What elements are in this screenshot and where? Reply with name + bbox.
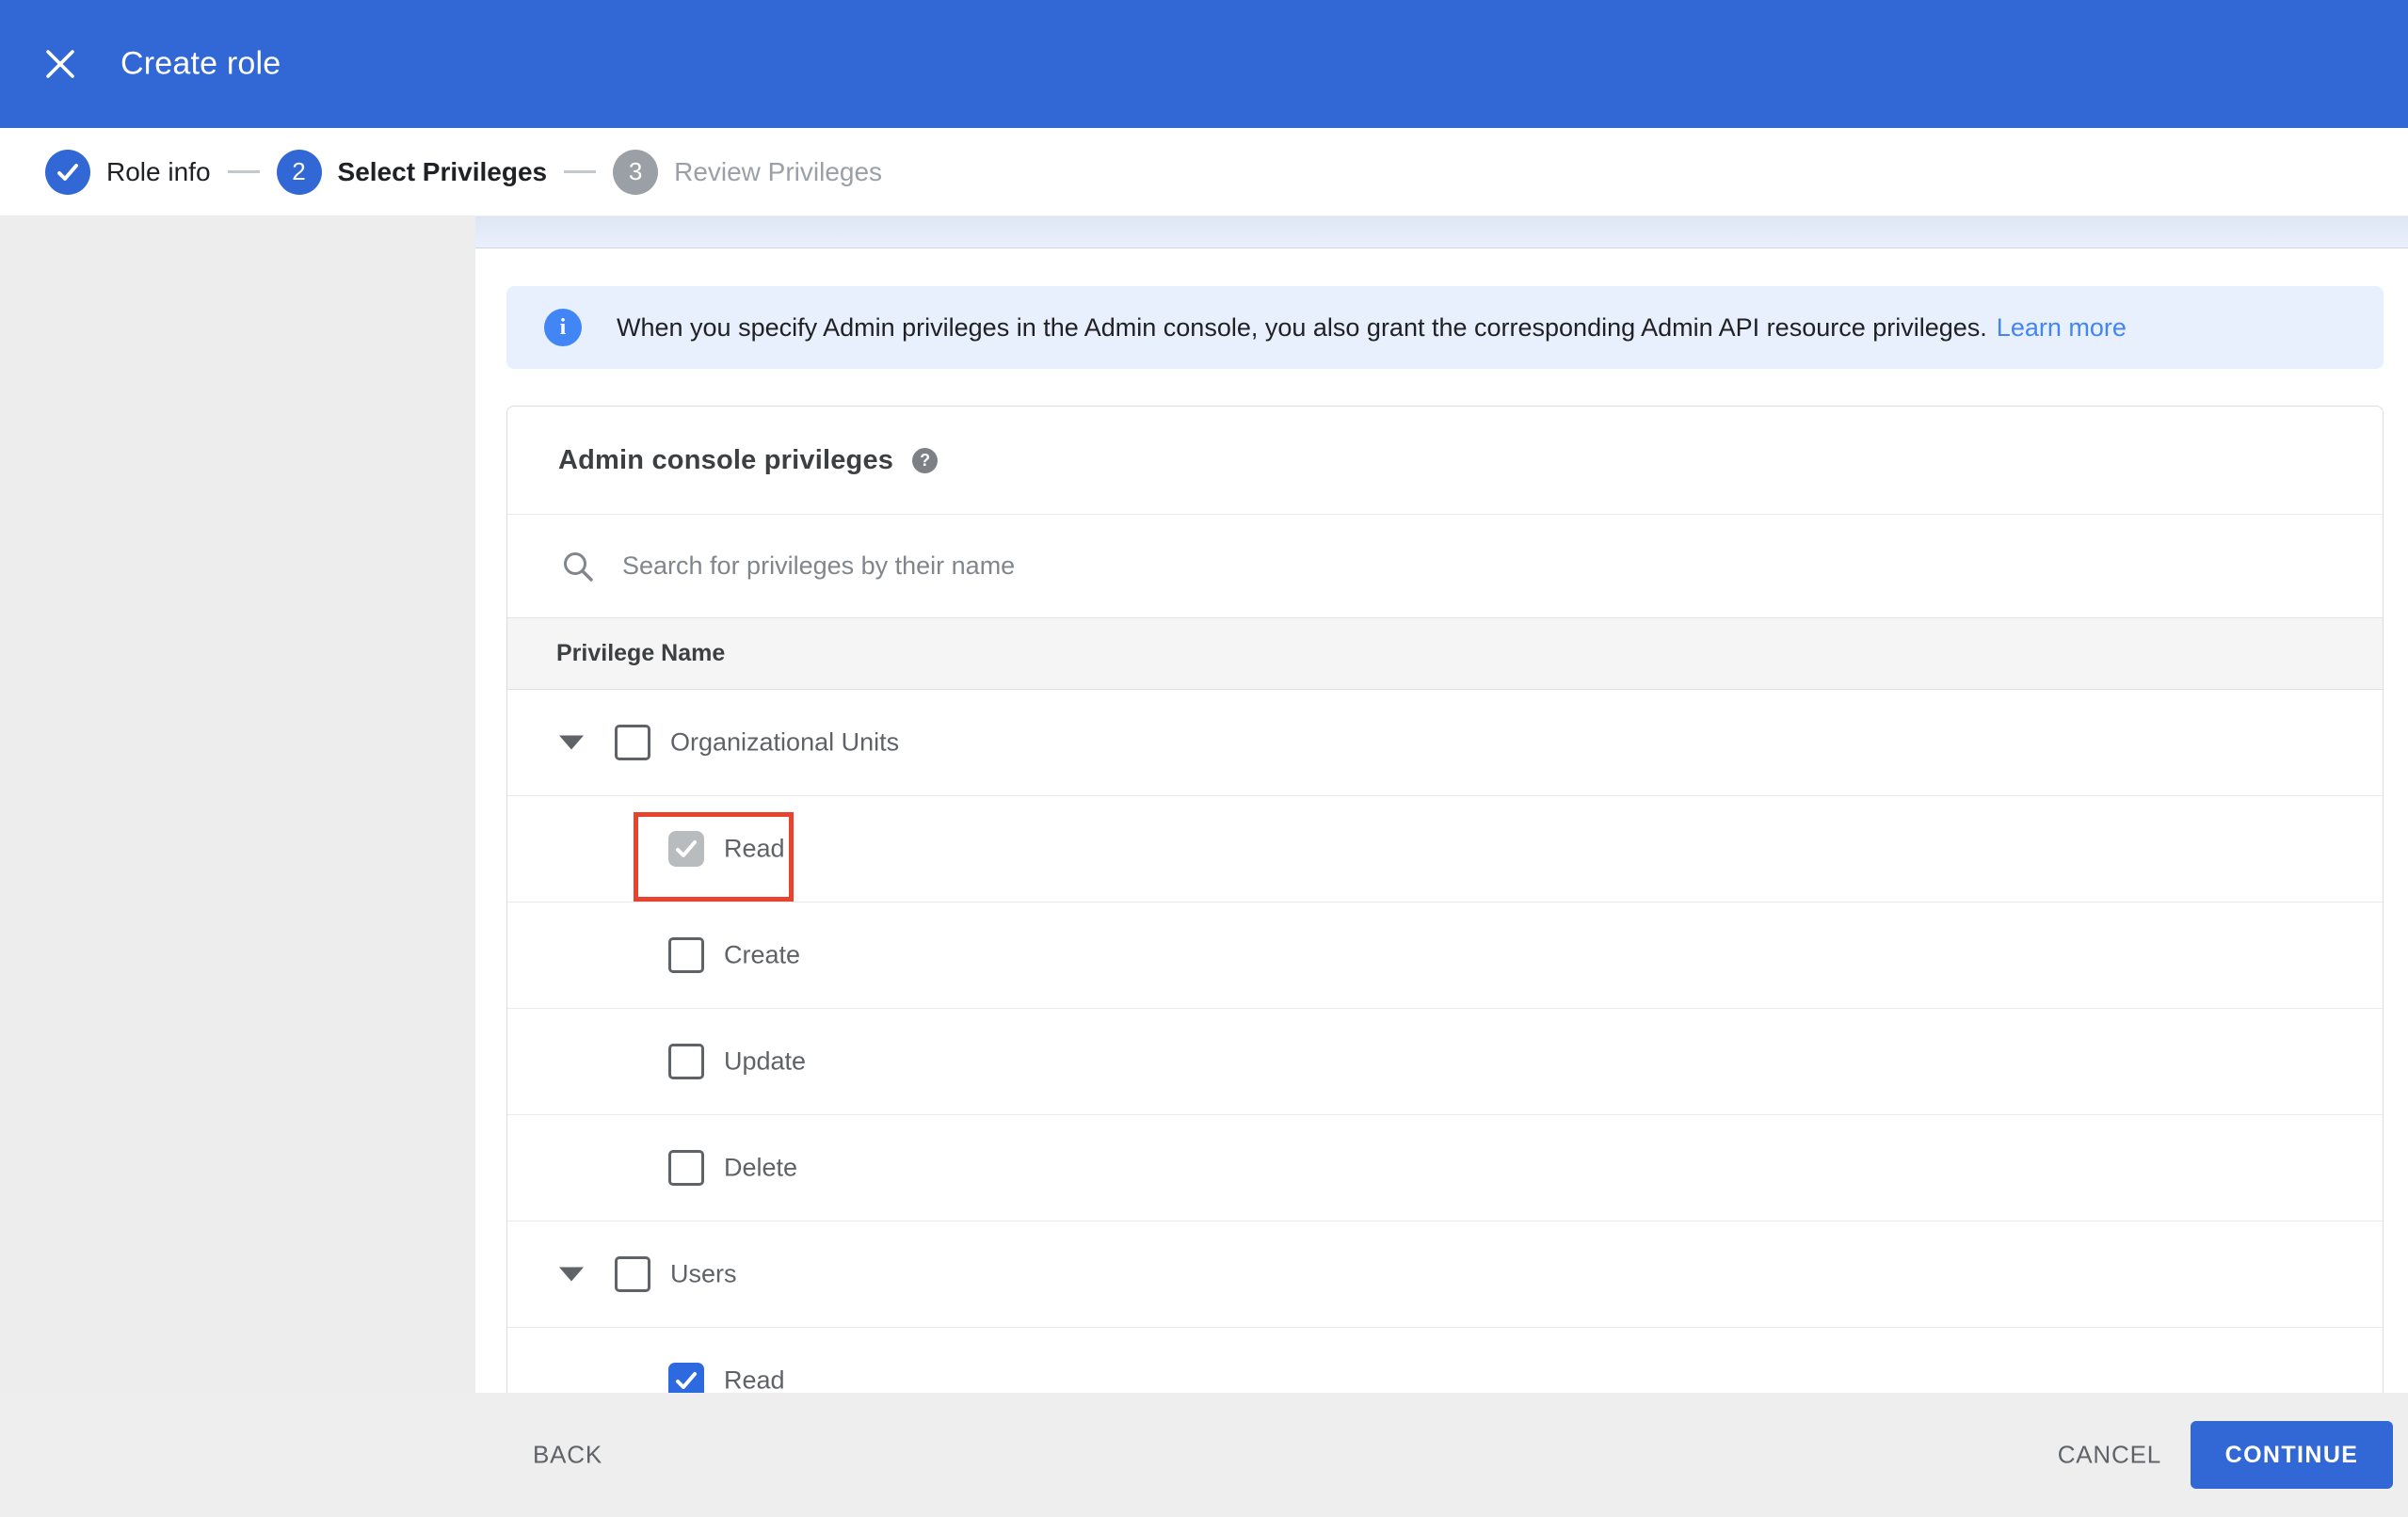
step-complete-circle [45, 149, 90, 195]
info-icon: i [544, 309, 582, 346]
step-number-circle: 3 [613, 149, 659, 195]
content-area: i When you specify Admin privileges in t… [475, 216, 2408, 1393]
create-role-dialog: Create role Role info 2 Select Privilege… [0, 0, 2408, 1517]
help-icon[interactable]: ? [912, 447, 939, 473]
privilege-label: Read [724, 834, 785, 863]
collapse-caret-icon[interactable] [559, 735, 584, 750]
learn-more-link[interactable]: Learn more [1997, 313, 2127, 343]
privilege-row-users-read: Read [507, 1328, 2383, 1393]
privilege-row-read: Read [507, 796, 2383, 902]
check-icon [57, 163, 78, 181]
privilege-label: Read [724, 1365, 785, 1394]
card-title-row: Admin console privileges ? [507, 407, 2383, 514]
close-button[interactable] [40, 43, 81, 85]
step-separator [564, 170, 597, 173]
privilege-search-row [507, 514, 2383, 617]
step-label: Review Privileges [674, 156, 883, 186]
step-label: Select Privileges [337, 156, 548, 186]
read-checkbox[interactable] [668, 831, 704, 867]
stepper: Role info 2 Select Privileges 3 Review P… [0, 128, 2408, 216]
back-button[interactable]: BACK [533, 1441, 602, 1470]
privilege-table-header: Privilege Name [507, 617, 2383, 690]
step-role-info[interactable]: Role info [45, 149, 211, 195]
footer-bar: BACK CANCEL CONTINUE [0, 1393, 2408, 1517]
card-title: Admin console privileges [558, 444, 894, 475]
check-icon [676, 840, 697, 857]
users-checkbox[interactable] [615, 1256, 650, 1292]
privilege-row-delete: Delete [507, 1115, 2383, 1222]
privilege-row-update: Update [507, 1009, 2383, 1115]
privilege-label: Delete [724, 1153, 798, 1182]
update-checkbox[interactable] [668, 1044, 704, 1079]
close-icon [46, 50, 74, 78]
organizational-units-checkbox[interactable] [615, 725, 650, 760]
privilege-label: Update [724, 1046, 807, 1076]
scrolled-content-edge [475, 216, 2408, 248]
app-bar: Create role [0, 0, 2408, 128]
check-icon [676, 1372, 697, 1389]
search-icon [564, 551, 593, 582]
privilege-label: Create [724, 940, 801, 969]
delete-checkbox[interactable] [668, 1150, 704, 1186]
step-separator [227, 170, 260, 173]
privilege-row-create: Create [507, 902, 2383, 1009]
continue-button[interactable]: CONTINUE [2191, 1421, 2393, 1489]
step-number-circle: 2 [276, 149, 322, 195]
collapse-caret-icon[interactable] [559, 1267, 584, 1282]
step-label: Role info [106, 156, 211, 186]
privilege-name-column-header: Privilege Name [556, 640, 726, 666]
users-read-checkbox[interactable] [668, 1363, 704, 1393]
privilege-search-input[interactable] [622, 551, 2034, 581]
admin-console-privileges-card: Admin console privileges ? Privilege Nam… [506, 406, 2384, 1393]
privilege-label: Users [670, 1259, 737, 1288]
privilege-row-users: Users [507, 1222, 2383, 1328]
privilege-label: Organizational Units [670, 727, 900, 757]
privilege-row-organizational-units: Organizational Units [507, 690, 2383, 796]
left-gutter [0, 216, 475, 1393]
info-banner: i When you specify Admin privileges in t… [506, 286, 2384, 369]
create-checkbox[interactable] [668, 937, 704, 973]
dialog-title: Create role [120, 45, 281, 82]
banner-text: When you specify Admin privileges in the… [617, 312, 1987, 342]
step-review-privileges[interactable]: 3 Review Privileges [613, 149, 883, 195]
dialog-body: i When you specify Admin privileges in t… [0, 216, 2408, 1393]
cancel-button[interactable]: CANCEL [2058, 1441, 2161, 1470]
step-select-privileges[interactable]: 2 Select Privileges [276, 149, 548, 195]
